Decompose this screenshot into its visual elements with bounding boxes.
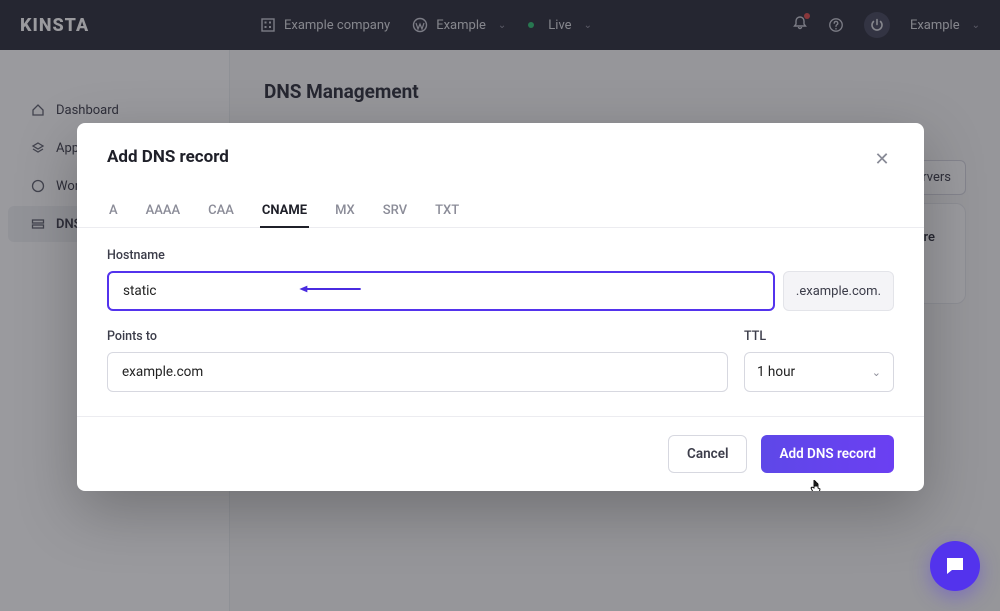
chevron-down-icon: ⌄: [872, 366, 881, 379]
add-dns-modal: Add DNS record ✕ A AAAA CAA CNAME MX SRV…: [77, 123, 924, 491]
ttl-label: TTL: [744, 329, 894, 344]
hostname-suffix: .example.com.: [783, 271, 894, 311]
ttl-value: 1 hour: [757, 364, 795, 380]
ttl-select[interactable]: 1 hour ⌄: [744, 352, 894, 392]
tab-mx[interactable]: MX: [333, 195, 357, 227]
cancel-button[interactable]: Cancel: [668, 435, 747, 473]
points-to-label: Points to: [107, 329, 728, 344]
close-icon: ✕: [874, 149, 889, 170]
submit-button[interactable]: Add DNS record: [761, 435, 894, 473]
tab-cname[interactable]: CNAME: [260, 195, 309, 228]
chat-launcher[interactable]: [930, 541, 980, 591]
hostname-input[interactable]: [107, 271, 775, 311]
tab-caa[interactable]: CAA: [206, 195, 236, 227]
tab-txt[interactable]: TXT: [433, 195, 461, 227]
tab-a[interactable]: A: [107, 195, 120, 227]
tab-aaaa[interactable]: AAAA: [144, 195, 182, 227]
hostname-label: Hostname: [107, 248, 894, 263]
chat-icon: [943, 554, 967, 578]
tab-srv[interactable]: SRV: [381, 195, 409, 227]
modal-title: Add DNS record: [107, 147, 229, 167]
pointer-cursor-icon: [808, 479, 824, 491]
close-button[interactable]: ✕: [870, 147, 894, 171]
points-to-input[interactable]: [107, 352, 728, 392]
record-type-tabs: A AAAA CAA CNAME MX SRV TXT: [77, 181, 924, 228]
